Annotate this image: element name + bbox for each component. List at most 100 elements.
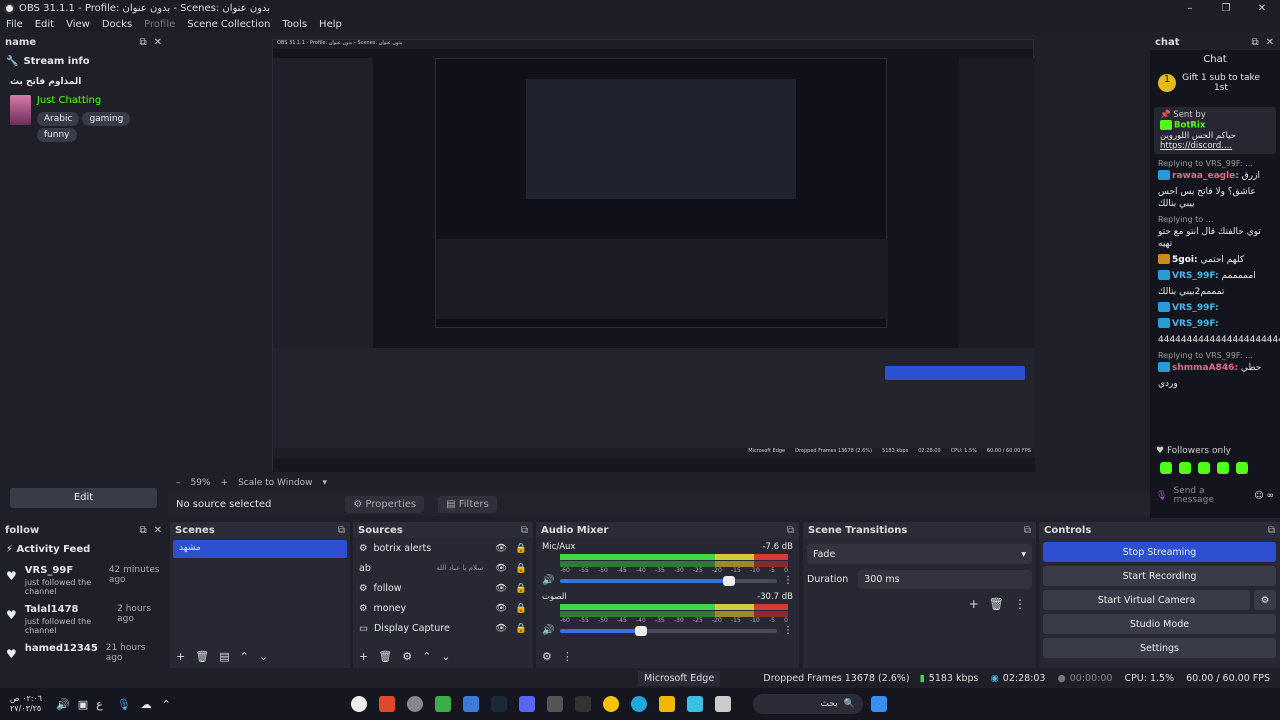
properties-button[interactable]: ⚙ Properties bbox=[345, 495, 425, 513]
more-icon[interactable]: ⋮ bbox=[783, 625, 793, 636]
menu-profile[interactable]: Profile bbox=[138, 19, 181, 30]
plus-icon[interactable]: + bbox=[221, 478, 229, 488]
float-icon[interactable]: ⧉ bbox=[1268, 525, 1275, 536]
more-icon[interactable]: ⋮ bbox=[783, 575, 793, 586]
chevron-up-icon[interactable]: ⌃ bbox=[162, 698, 171, 711]
taskbar-search[interactable]: بحث 🔍 bbox=[752, 694, 863, 714]
taskbar-clock[interactable]: ٠٢:٠٦ ص ٢٧/٠٣/٢٥ bbox=[0, 694, 52, 714]
scale-mode[interactable]: Scale to Window bbox=[238, 478, 312, 488]
menu-scene-collection[interactable]: Scene Collection bbox=[181, 19, 276, 30]
float-icon[interactable]: ⧉ bbox=[139, 525, 146, 536]
close-button[interactable]: ✕ bbox=[1244, 3, 1280, 14]
chat-username[interactable]: VRS_99F: bbox=[1172, 319, 1219, 329]
float-icon[interactable]: ⧉ bbox=[787, 525, 794, 536]
studio-mode-button[interactable]: Studio Mode bbox=[1043, 614, 1276, 634]
network-icon[interactable]: ▣ bbox=[78, 698, 88, 711]
emoji-icon[interactable]: ☺ ∞ bbox=[1254, 491, 1274, 501]
app-icon[interactable] bbox=[546, 696, 563, 712]
duration-input[interactable]: 300 ms bbox=[858, 570, 1032, 589]
float-icon[interactable]: ⧉ bbox=[1024, 525, 1031, 536]
lock-icon[interactable]: 🔒 bbox=[515, 563, 527, 574]
eye-icon[interactable]: 👁 bbox=[495, 623, 507, 634]
source-item[interactable]: ▭ Display Capture 👁 🔒 bbox=[353, 618, 533, 638]
close-dock-icon[interactable]: ✕ bbox=[154, 37, 162, 48]
windows-start-icon[interactable] bbox=[870, 696, 887, 712]
source-item[interactable]: ⚙ botrix alerts 👁 🔒 bbox=[353, 538, 533, 558]
chat-username[interactable]: rawaa_eagle: bbox=[1172, 171, 1239, 181]
speaker-icon[interactable]: 🔊 bbox=[542, 625, 554, 636]
start-virtual-camera-button[interactable]: Start Virtual Camera bbox=[1043, 590, 1250, 610]
settings-button[interactable]: Settings bbox=[1043, 638, 1276, 658]
brave-icon[interactable] bbox=[378, 696, 395, 712]
chat-input[interactable]: Send a message bbox=[1173, 487, 1213, 505]
source-item[interactable]: ab سلام يا عباد الله 👁 🔒 bbox=[353, 558, 533, 578]
lock-icon[interactable]: 🔒 bbox=[515, 623, 527, 634]
float-icon[interactable]: ⧉ bbox=[521, 525, 528, 536]
speaker-icon[interactable]: 🔊 bbox=[542, 575, 554, 586]
scale-dropdown-icon[interactable]: ▾ bbox=[323, 478, 328, 488]
chrome-icon[interactable] bbox=[602, 696, 619, 712]
eye-icon[interactable]: 👁 bbox=[495, 563, 507, 574]
volume-slider[interactable] bbox=[560, 625, 777, 636]
mic-icon[interactable]: 🎙 bbox=[117, 698, 131, 711]
xbox-icon[interactable] bbox=[434, 696, 451, 712]
source-item[interactable]: ⚙ money 👁 🔒 bbox=[353, 598, 533, 618]
emote-icon[interactable] bbox=[1236, 462, 1248, 474]
gear-icon[interactable]: ⚙ bbox=[1254, 590, 1276, 610]
lang-indicator[interactable]: ع bbox=[96, 698, 103, 711]
stop-streaming-button[interactable]: Stop Streaming bbox=[1043, 542, 1276, 562]
mixer-settings-icon[interactable]: ⚙ bbox=[542, 650, 552, 663]
transition-select[interactable]: Fade ▾ bbox=[807, 544, 1032, 564]
float-icon[interactable]: ⧉ bbox=[338, 525, 345, 536]
menu-help[interactable]: Help bbox=[313, 19, 348, 30]
trash-icon[interactable]: 🗑 bbox=[378, 650, 392, 663]
trash-icon[interactable]: 🗑 bbox=[195, 650, 209, 663]
scene-item[interactable]: مشهد bbox=[173, 540, 347, 558]
gear-icon[interactable]: ⚙ bbox=[402, 650, 412, 663]
menu-edit[interactable]: Edit bbox=[29, 19, 60, 30]
start-recording-button[interactable]: Start Recording bbox=[1043, 566, 1276, 586]
trash-icon[interactable]: 🗑 bbox=[989, 597, 1004, 611]
up-icon[interactable]: ⌃ bbox=[422, 650, 431, 663]
emote-icon[interactable] bbox=[1198, 462, 1210, 474]
add-icon[interactable]: + bbox=[176, 650, 185, 663]
app-icon[interactable] bbox=[462, 696, 479, 712]
gift-banner[interactable]: 1 Gift 1 sub to take 1st bbox=[1150, 69, 1280, 97]
app-icon[interactable] bbox=[686, 696, 703, 712]
menu-docks[interactable]: Docks bbox=[96, 19, 138, 30]
obs-taskbar-icon[interactable] bbox=[350, 696, 367, 712]
eye-icon[interactable]: 👁 bbox=[495, 583, 507, 594]
epic-icon[interactable] bbox=[574, 696, 591, 712]
add-icon[interactable]: + bbox=[359, 650, 368, 663]
edge-icon[interactable] bbox=[630, 696, 647, 712]
lock-icon[interactable]: 🔒 bbox=[515, 543, 527, 554]
edit-button[interactable]: Edit bbox=[10, 488, 157, 508]
down-icon[interactable]: ⌄ bbox=[441, 650, 450, 663]
chat-username[interactable]: shmmaA846: bbox=[1172, 363, 1238, 373]
more-icon[interactable]: ⋮ bbox=[1014, 597, 1026, 611]
app-icon[interactable] bbox=[714, 696, 731, 712]
more-icon[interactable]: ⋮ bbox=[562, 650, 573, 663]
emote-icon[interactable] bbox=[1217, 462, 1229, 474]
source-item[interactable]: ⚙ follow 👁 🔒 bbox=[353, 578, 533, 598]
emote-icon[interactable] bbox=[1160, 462, 1172, 474]
cloud-icon[interactable]: ☁ bbox=[141, 698, 152, 711]
minimize-button[interactable]: – bbox=[1172, 3, 1208, 14]
pinned-link[interactable]: https://discord.... bbox=[1160, 141, 1270, 151]
obs-app-icon[interactable] bbox=[406, 696, 423, 712]
filters-button[interactable]: ▤ Filters bbox=[438, 495, 497, 513]
chat-username[interactable]: VRS_99F: bbox=[1172, 271, 1219, 281]
float-icon[interactable]: ⧉ bbox=[139, 37, 146, 48]
lock-icon[interactable]: 🔒 bbox=[515, 603, 527, 614]
float-icon[interactable]: ⧉ bbox=[1251, 37, 1258, 48]
lock-icon[interactable]: 🔒 bbox=[515, 583, 527, 594]
up-icon[interactable]: ⌃ bbox=[240, 650, 249, 663]
chat-username[interactable]: VRS_99F: bbox=[1172, 303, 1219, 313]
eye-icon[interactable]: 👁 bbox=[495, 543, 507, 554]
volume-icon[interactable]: 🔊 bbox=[56, 698, 70, 711]
chat-username[interactable]: 5goi: bbox=[1172, 255, 1198, 265]
folder-icon[interactable] bbox=[658, 696, 675, 712]
emote-icon[interactable] bbox=[1179, 462, 1191, 474]
add-icon[interactable]: + bbox=[969, 597, 979, 611]
close-dock-icon[interactable]: ✕ bbox=[1266, 37, 1274, 48]
